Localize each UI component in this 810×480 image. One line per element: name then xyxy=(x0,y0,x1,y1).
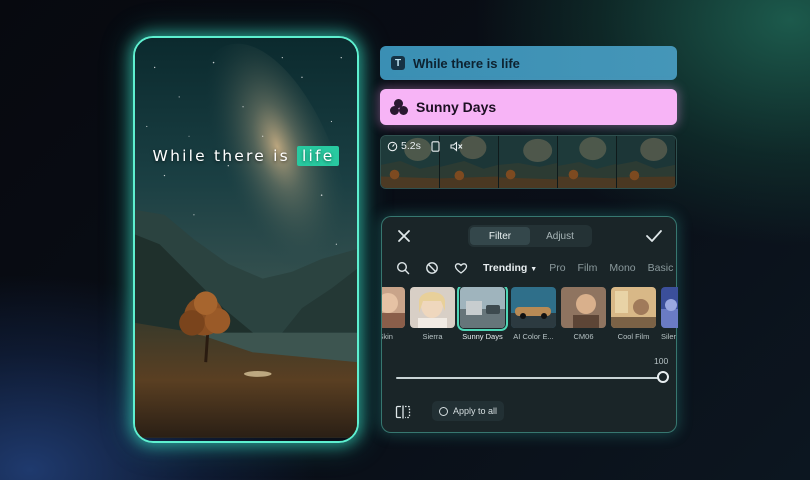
filter-panel: Filter Adjust Trending ▼ Pro Film Mono B… xyxy=(381,216,678,433)
filter-item-skin[interactable]: e Skin xyxy=(382,287,405,341)
filter-item-ai-color[interactable]: AI Color E... xyxy=(511,287,556,341)
speed-indicator[interactable]: 5.2s xyxy=(387,140,421,152)
tab-adjust[interactable]: Adjust xyxy=(530,227,590,245)
category-mono[interactable]: Mono xyxy=(609,262,635,274)
filter-label: e Skin xyxy=(382,332,393,341)
filter-item-siler[interactable]: Siler xyxy=(661,287,678,341)
filter-label: Cool Film xyxy=(617,332,650,341)
apply-to-all-button[interactable]: Apply to all xyxy=(432,401,505,421)
text-track-label: While there is life xyxy=(413,55,520,71)
category-trending[interactable]: Trending ▼ xyxy=(483,262,537,274)
radio-icon xyxy=(439,406,448,416)
text-track[interactable]: T While there is life xyxy=(380,46,677,80)
filter-label: Sierra xyxy=(422,332,443,341)
video-frame xyxy=(499,136,558,188)
tab-filter[interactable]: Filter xyxy=(470,227,530,245)
category-trending-label: Trending xyxy=(483,262,528,274)
video-meta: 5.2s xyxy=(387,140,463,152)
text-icon: T xyxy=(391,56,405,70)
favorite-heart-icon[interactable] xyxy=(454,261,468,275)
apply-to-all-label: Apply to all xyxy=(453,406,498,416)
compare-icon[interactable] xyxy=(395,405,411,419)
filter-item-cool-film[interactable]: Cool Film xyxy=(611,287,656,341)
filter-thumbnail xyxy=(561,287,606,328)
filter-label: Siler xyxy=(661,332,677,341)
category-basic[interactable]: Basic xyxy=(648,262,674,274)
close-icon[interactable] xyxy=(396,228,412,244)
mute-icon[interactable] xyxy=(450,140,463,152)
preview-image-milky-way xyxy=(135,38,357,438)
overlay-caption[interactable]: While there is life xyxy=(135,146,357,166)
filter-list: e Skin Sierra Sunny Days AI Color E... C… xyxy=(382,287,678,345)
filter-thumbnail xyxy=(661,287,678,328)
filter-item-cm06[interactable]: CM06 xyxy=(561,287,606,341)
video-frame xyxy=(617,136,676,188)
phone-ratio-icon[interactable] xyxy=(431,140,440,152)
caret-down-icon: ▼ xyxy=(530,266,538,273)
category-pro[interactable]: Pro xyxy=(549,262,565,274)
filter-thumbnail xyxy=(457,287,508,331)
category-bar: Trending ▼ Pro Film Mono Basic xyxy=(396,259,678,277)
filter-label: AI Color E... xyxy=(513,332,554,341)
confirm-icon[interactable] xyxy=(645,228,663,244)
overlay-caption-highlight: life xyxy=(297,146,340,166)
intensity-slider-track[interactable] xyxy=(396,377,661,379)
search-icon[interactable] xyxy=(396,261,410,275)
intensity-value: 100 xyxy=(654,356,669,366)
filter-item-sunny-days[interactable]: Sunny Days xyxy=(457,287,508,341)
video-track[interactable]: 5.2s xyxy=(380,135,677,189)
filter-thumbnail xyxy=(611,287,656,328)
intensity-slider-handle[interactable] xyxy=(657,371,669,383)
video-duration: 5.2s xyxy=(401,140,421,152)
filter-track-label: Sunny Days xyxy=(416,99,497,115)
filter-thumbnail xyxy=(511,287,556,328)
filter-icon xyxy=(390,99,408,115)
overlay-caption-text: While there is xyxy=(152,147,290,165)
filter-track[interactable]: Sunny Days xyxy=(380,89,677,125)
filter-label: CM06 xyxy=(573,332,594,341)
speed-icon xyxy=(387,141,398,151)
filter-item-sierra[interactable]: Sierra xyxy=(410,287,455,341)
filter-thumbnail xyxy=(410,287,455,328)
video-frame xyxy=(558,136,617,188)
no-filter-icon[interactable] xyxy=(425,261,439,275)
filter-label: Sunny Days xyxy=(462,332,503,341)
category-film[interactable]: Film xyxy=(578,262,598,274)
video-preview[interactable]: While there is life xyxy=(133,36,359,443)
filter-thumbnail xyxy=(382,287,405,328)
panel-tabs: Filter Adjust xyxy=(468,225,592,247)
